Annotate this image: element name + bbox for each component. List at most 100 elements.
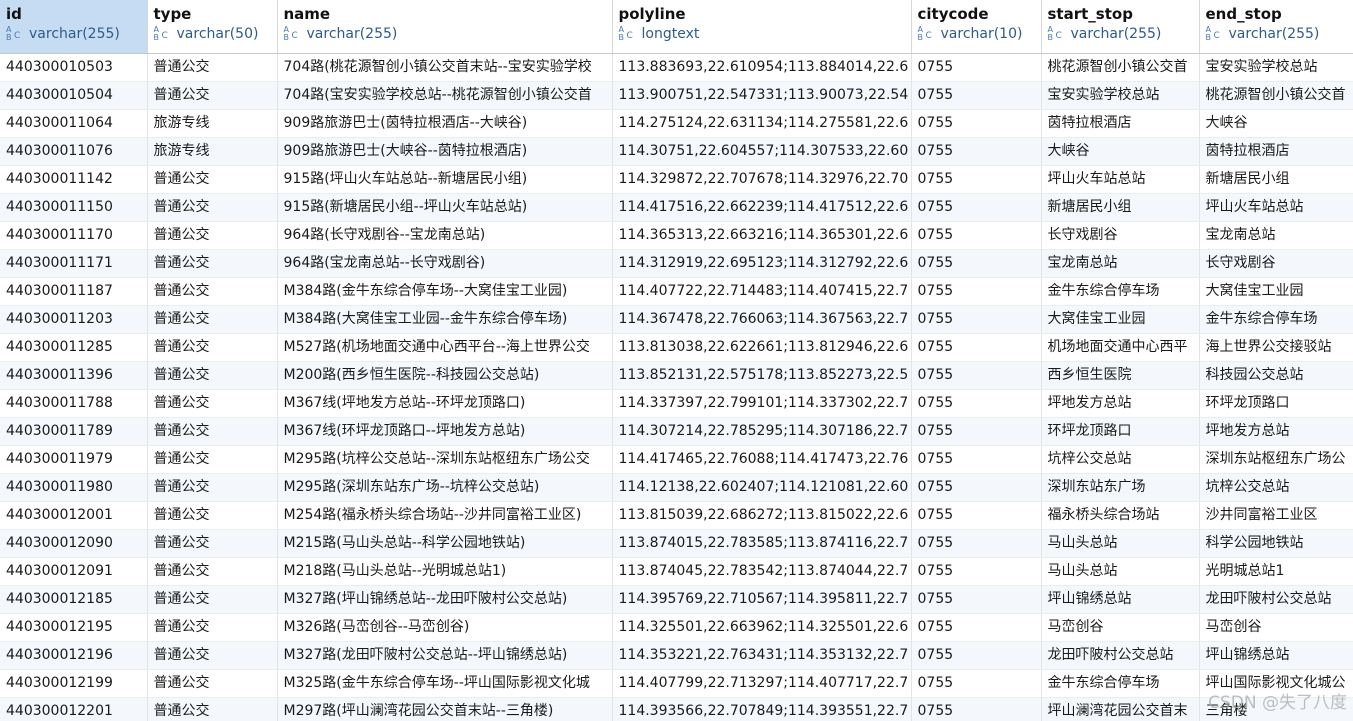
cell-citycode[interactable]: 0755 bbox=[911, 445, 1042, 474]
cell-type[interactable]: 普通公交 bbox=[147, 445, 278, 474]
table-row[interactable]: 440300011171 普通公交 964路(宝龙南总站--长守戏剧谷) 114.31… bbox=[0, 249, 1353, 278]
cell-id[interactable]: 440300011187 bbox=[0, 277, 148, 306]
cell-type[interactable]: 普通公交 bbox=[147, 305, 278, 334]
cell-id[interactable]: 440300012196 bbox=[0, 641, 148, 670]
cell-id[interactable]: 440300011142 bbox=[0, 165, 148, 194]
cell-polyline[interactable]: 114.337397,22.799101;114.337302,22.7 bbox=[612, 389, 912, 418]
cell-id[interactable]: 440300012090 bbox=[0, 529, 148, 558]
cell-end-stop[interactable]: 环坪龙顶路口 bbox=[1199, 389, 1353, 418]
cell-name[interactable]: 704路(桃花源智创小镇公交首末站--宝安实验学校 bbox=[277, 53, 613, 82]
table-row[interactable]: 440300012001 普通公交 M254路(福永桥头综合场站--沙井同富裕工业区… bbox=[0, 501, 1353, 530]
cell-id[interactable]: 440300011170 bbox=[0, 221, 148, 250]
cell-polyline[interactable]: 114.312919,22.695123;114.312792,22.6 bbox=[612, 249, 912, 278]
cell-start-stop[interactable]: 西乡恒生医院 bbox=[1041, 361, 1200, 390]
table-row[interactable]: 440300012090 普通公交 M215路(马山头总站--科学公园地铁站) 113… bbox=[0, 529, 1353, 558]
cell-start-stop[interactable]: 金牛东综合停车场 bbox=[1041, 277, 1200, 306]
cell-end-stop[interactable]: 沙井同富裕工业区 bbox=[1199, 501, 1353, 530]
cell-type[interactable]: 普通公交 bbox=[147, 81, 278, 110]
cell-type[interactable]: 普通公交 bbox=[147, 557, 278, 586]
cell-type[interactable]: 普通公交 bbox=[147, 501, 278, 530]
cell-name[interactable]: M384路(金牛东综合停车场--大窝佳宝工业园) bbox=[277, 277, 613, 306]
cell-citycode[interactable]: 0755 bbox=[911, 417, 1042, 446]
table-row[interactable]: 440300012091 普通公交 M218路(马山头总站--光明城总站1) 113.… bbox=[0, 557, 1353, 586]
cell-end-stop[interactable]: 海上世界公交接驳站 bbox=[1199, 333, 1353, 362]
column-header-id[interactable]: id A B C varchar(255) bbox=[0, 0, 148, 54]
table-row[interactable]: 440300011170 普通公交 964路(长守戏剧谷--宝龙南总站) 114.36… bbox=[0, 221, 1353, 250]
cell-polyline[interactable]: 114.30751,22.604557;114.307533,22.60 bbox=[612, 137, 912, 166]
cell-end-stop[interactable]: 坑梓公交总站 bbox=[1199, 473, 1353, 502]
cell-type[interactable]: 普通公交 bbox=[147, 641, 278, 670]
cell-polyline[interactable]: 114.353221,22.763431;114.353132,22.7 bbox=[612, 641, 912, 670]
cell-end-stop[interactable]: 大峡谷 bbox=[1199, 109, 1353, 138]
table-row[interactable]: 440300011187 普通公交 M384路(金牛东综合停车场--大窝佳宝工业园)… bbox=[0, 277, 1353, 306]
cell-id[interactable]: 440300010504 bbox=[0, 81, 148, 110]
cell-end-stop[interactable]: 科技园公交总站 bbox=[1199, 361, 1353, 390]
cell-end-stop[interactable]: 光明城总站1 bbox=[1199, 557, 1353, 586]
cell-citycode[interactable]: 0755 bbox=[911, 137, 1042, 166]
cell-polyline[interactable]: 114.417465,22.76088;114.417473,22.76 bbox=[612, 445, 912, 474]
cell-type[interactable]: 普通公交 bbox=[147, 697, 278, 721]
cell-end-stop[interactable]: 茵特拉根酒店 bbox=[1199, 137, 1353, 166]
cell-start-stop[interactable]: 深圳东站东广场 bbox=[1041, 473, 1200, 502]
cell-start-stop[interactable]: 金牛东综合停车场 bbox=[1041, 669, 1200, 698]
cell-name[interactable]: M327路(龙田吓陂村公交总站--坪山锦绣总站) bbox=[277, 641, 613, 670]
cell-end-stop[interactable]: 龙田吓陂村公交总站 bbox=[1199, 585, 1353, 614]
cell-start-stop[interactable]: 坑梓公交总站 bbox=[1041, 445, 1200, 474]
cell-name[interactable]: 909路旅游巴士(茵特拉根酒店--大峡谷) bbox=[277, 109, 613, 138]
cell-start-stop[interactable]: 坪山火车站总站 bbox=[1041, 165, 1200, 194]
table-row[interactable]: 440300011076 旅游专线 909路旅游巴士(大峡谷--茵特拉根酒店) 114… bbox=[0, 137, 1353, 166]
table-row[interactable]: 440300012199 普通公交 M325路(金牛东综合停车场--坪山国际影视文化… bbox=[0, 669, 1353, 698]
cell-polyline[interactable]: 114.12138,22.602407;114.121081,22.60 bbox=[612, 473, 912, 502]
column-header-polyline[interactable]: polyline A B C longtext bbox=[612, 0, 912, 54]
cell-id[interactable]: 440300010503 bbox=[0, 53, 148, 82]
table-row[interactable]: 440300010504 普通公交 704路(宝安实验学校总站--桃花源智创小镇公交… bbox=[0, 81, 1353, 110]
cell-id[interactable]: 440300011979 bbox=[0, 445, 148, 474]
cell-start-stop[interactable]: 桃花源智创小镇公交首 bbox=[1041, 53, 1200, 82]
cell-name[interactable]: M295路(深圳东站东广场--坑梓公交总站) bbox=[277, 473, 613, 502]
cell-name[interactable]: M215路(马山头总站--科学公园地铁站) bbox=[277, 529, 613, 558]
cell-end-stop[interactable]: 坪山锦绣总站 bbox=[1199, 641, 1353, 670]
cell-name[interactable]: M527路(机场地面交通中心西平台--海上世界公交 bbox=[277, 333, 613, 362]
cell-citycode[interactable]: 0755 bbox=[911, 305, 1042, 334]
table-row[interactable]: 440300012201 普通公交 M297路(坪山澜湾花园公交首末站--三角楼) 1… bbox=[0, 697, 1353, 721]
cell-start-stop[interactable]: 机场地面交通中心西平 bbox=[1041, 333, 1200, 362]
cell-type[interactable]: 普通公交 bbox=[147, 333, 278, 362]
table-row[interactable]: 440300011285 普通公交 M527路(机场地面交通中心西平台--海上世界公… bbox=[0, 333, 1353, 362]
table-row[interactable]: 440300011789 普通公交 M367线(环坪龙顶路口--坪地发方总站) 114… bbox=[0, 417, 1353, 446]
cell-name[interactable]: M327路(坪山锦绣总站--龙田吓陂村公交总站) bbox=[277, 585, 613, 614]
cell-polyline[interactable]: 114.395769,22.710567;114.395811,22.7 bbox=[612, 585, 912, 614]
cell-end-stop[interactable]: 马峦创谷 bbox=[1199, 613, 1353, 642]
cell-polyline[interactable]: 114.367478,22.766063;114.367563,22.7 bbox=[612, 305, 912, 334]
cell-start-stop[interactable]: 长守戏剧谷 bbox=[1041, 221, 1200, 250]
cell-id[interactable]: 440300011285 bbox=[0, 333, 148, 362]
cell-polyline[interactable]: 113.883693,22.610954;113.884014,22.6 bbox=[612, 53, 912, 82]
cell-polyline[interactable]: 114.393566,22.707849;114.393551,22.7 bbox=[612, 697, 912, 721]
cell-id[interactable]: 440300011789 bbox=[0, 417, 148, 446]
table-row[interactable]: 440300011980 普通公交 M295路(深圳东站东广场--坑梓公交总站) 11… bbox=[0, 473, 1353, 502]
cell-type[interactable]: 普通公交 bbox=[147, 417, 278, 446]
cell-citycode[interactable]: 0755 bbox=[911, 193, 1042, 222]
cell-citycode[interactable]: 0755 bbox=[911, 221, 1042, 250]
cell-id[interactable]: 440300011064 bbox=[0, 109, 148, 138]
cell-type[interactable]: 普通公交 bbox=[147, 193, 278, 222]
cell-polyline[interactable]: 114.307214,22.785295;114.307186,22.7 bbox=[612, 417, 912, 446]
cell-polyline[interactable]: 113.874045,22.783542;113.874044,22.7 bbox=[612, 557, 912, 586]
cell-polyline[interactable]: 114.275124,22.631134;114.275581,22.6 bbox=[612, 109, 912, 138]
table-row[interactable]: 440300011788 普通公交 M367线(坪地发方总站--环坪龙顶路口) 114… bbox=[0, 389, 1353, 418]
cell-citycode[interactable]: 0755 bbox=[911, 669, 1042, 698]
cell-type[interactable]: 普通公交 bbox=[147, 249, 278, 278]
cell-polyline[interactable]: 113.874015,22.783585;113.874116,22.7 bbox=[612, 529, 912, 558]
cell-name[interactable]: M367线(坪地发方总站--环坪龙顶路口) bbox=[277, 389, 613, 418]
cell-id[interactable]: 440300011980 bbox=[0, 473, 148, 502]
cell-start-stop[interactable]: 茵特拉根酒店 bbox=[1041, 109, 1200, 138]
cell-polyline[interactable]: 113.815039,22.686272;113.815022,22.6 bbox=[612, 501, 912, 530]
cell-polyline[interactable]: 114.417516,22.662239;114.417512,22.6 bbox=[612, 193, 912, 222]
cell-name[interactable]: 915路(坪山火车站总站--新塘居民小组) bbox=[277, 165, 613, 194]
cell-name[interactable]: 964路(宝龙南总站--长守戏剧谷) bbox=[277, 249, 613, 278]
cell-citycode[interactable]: 0755 bbox=[911, 277, 1042, 306]
cell-type[interactable]: 普通公交 bbox=[147, 529, 278, 558]
cell-id[interactable]: 440300012091 bbox=[0, 557, 148, 586]
cell-citycode[interactable]: 0755 bbox=[911, 81, 1042, 110]
table-row[interactable]: 440300010503 普通公交 704路(桃花源智创小镇公交首末站--宝安实验学… bbox=[0, 53, 1353, 82]
cell-type[interactable]: 普通公交 bbox=[147, 669, 278, 698]
